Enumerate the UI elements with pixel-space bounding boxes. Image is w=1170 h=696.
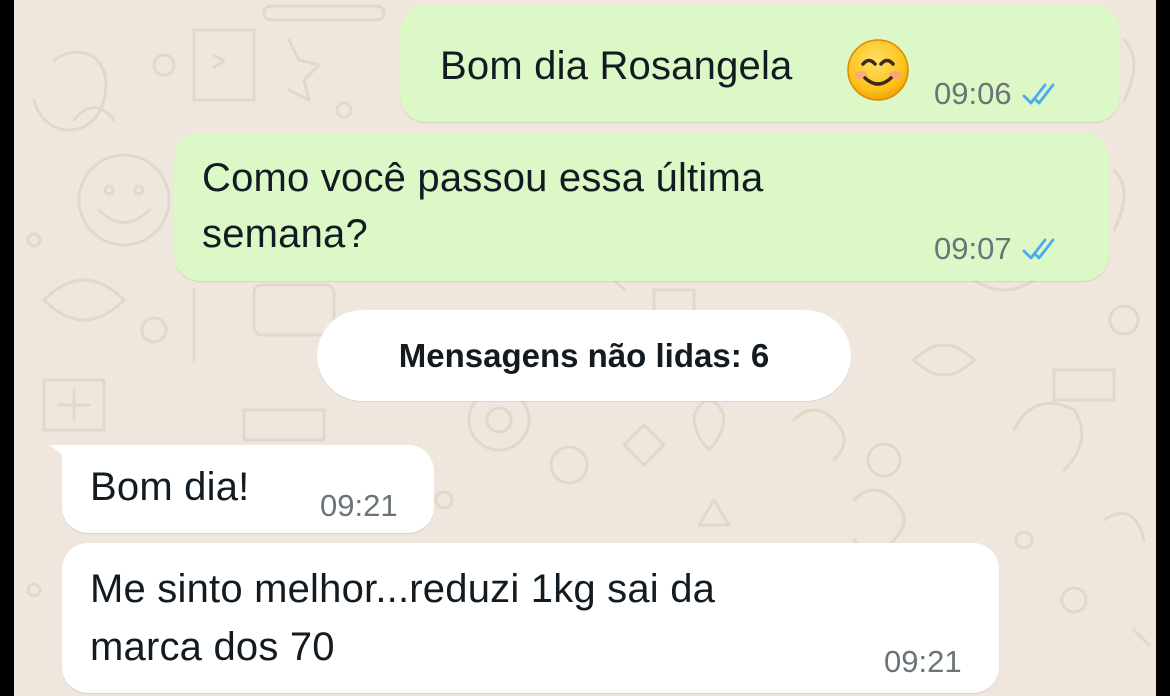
- unread-messages-banner: Mensagens não lidas: 6: [317, 310, 851, 401]
- message-time: 09:06: [934, 76, 1012, 111]
- outgoing-message[interactable]: Como você passou essa última semana? 09:…: [174, 133, 1109, 281]
- message-text-line: Como você passou essa última: [202, 156, 764, 200]
- message-time: 09:21: [884, 644, 962, 679]
- message-time: 09:21: [320, 488, 398, 523]
- message-meta: 09:21: [320, 488, 398, 524]
- message-text-line: semana?: [202, 212, 368, 256]
- message-meta: 09:07: [934, 231, 1060, 267]
- incoming-message[interactable]: Bom dia! 09:21: [62, 445, 434, 533]
- outgoing-message[interactable]: Bom dia Rosangela 09:06: [400, 5, 1120, 122]
- smiling-face-icon: [847, 39, 909, 101]
- message-meta: 09:06: [934, 76, 1060, 112]
- message-text: Bom dia Rosangela: [440, 44, 793, 88]
- message-text: Bom dia!: [90, 465, 250, 509]
- read-receipt-icon: [1022, 83, 1054, 105]
- message-text-line: Me sinto melhor...reduzi 1kg sai da: [90, 567, 716, 611]
- incoming-message[interactable]: Me sinto melhor...reduzi 1kg sai da marc…: [62, 543, 999, 693]
- chat-screen: Bom dia Rosangela 09:06 Como você passou…: [14, 0, 1156, 696]
- read-receipt-icon: [1022, 238, 1054, 260]
- unread-messages-label: Mensagens não lidas: 6: [398, 336, 770, 374]
- message-time: 09:07: [934, 231, 1012, 266]
- message-text-line: marca dos 70: [90, 625, 335, 669]
- message-meta: 09:21: [884, 644, 962, 680]
